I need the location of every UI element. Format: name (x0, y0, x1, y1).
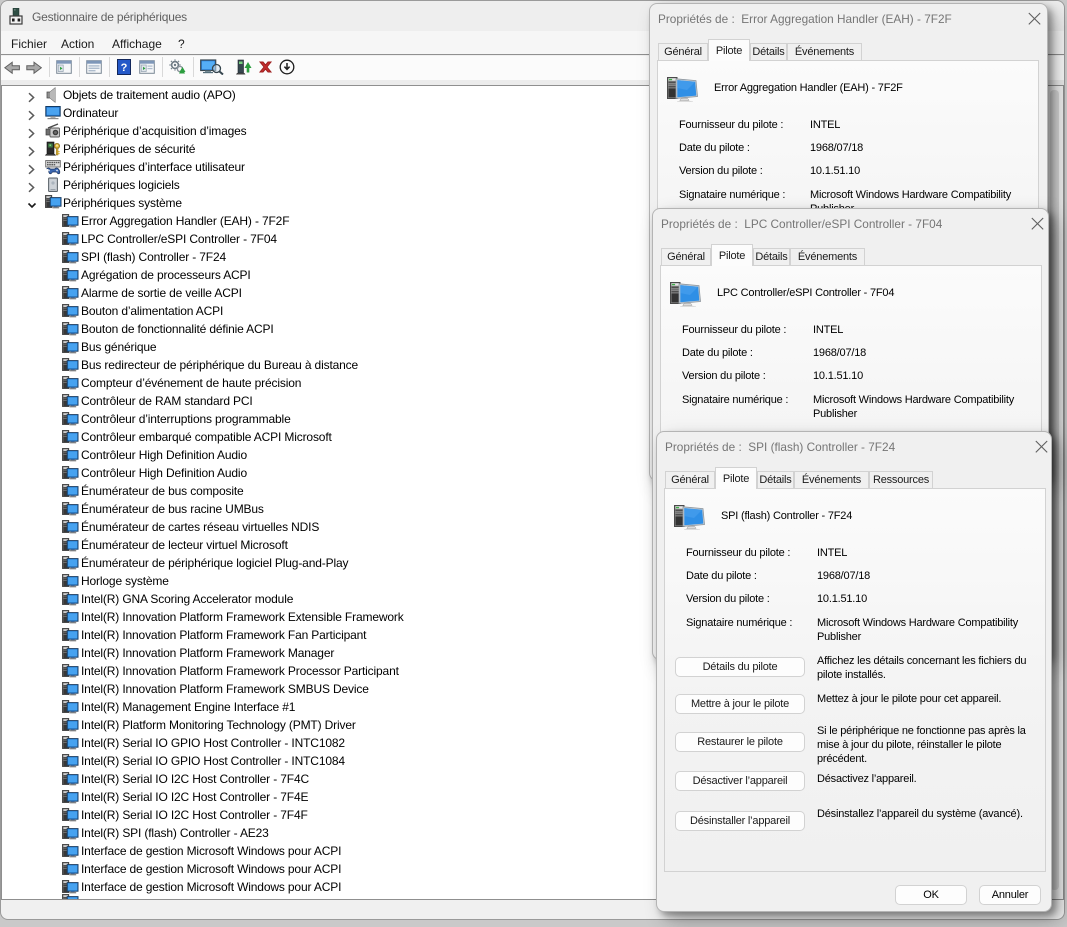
svg-text:?: ? (121, 62, 128, 74)
